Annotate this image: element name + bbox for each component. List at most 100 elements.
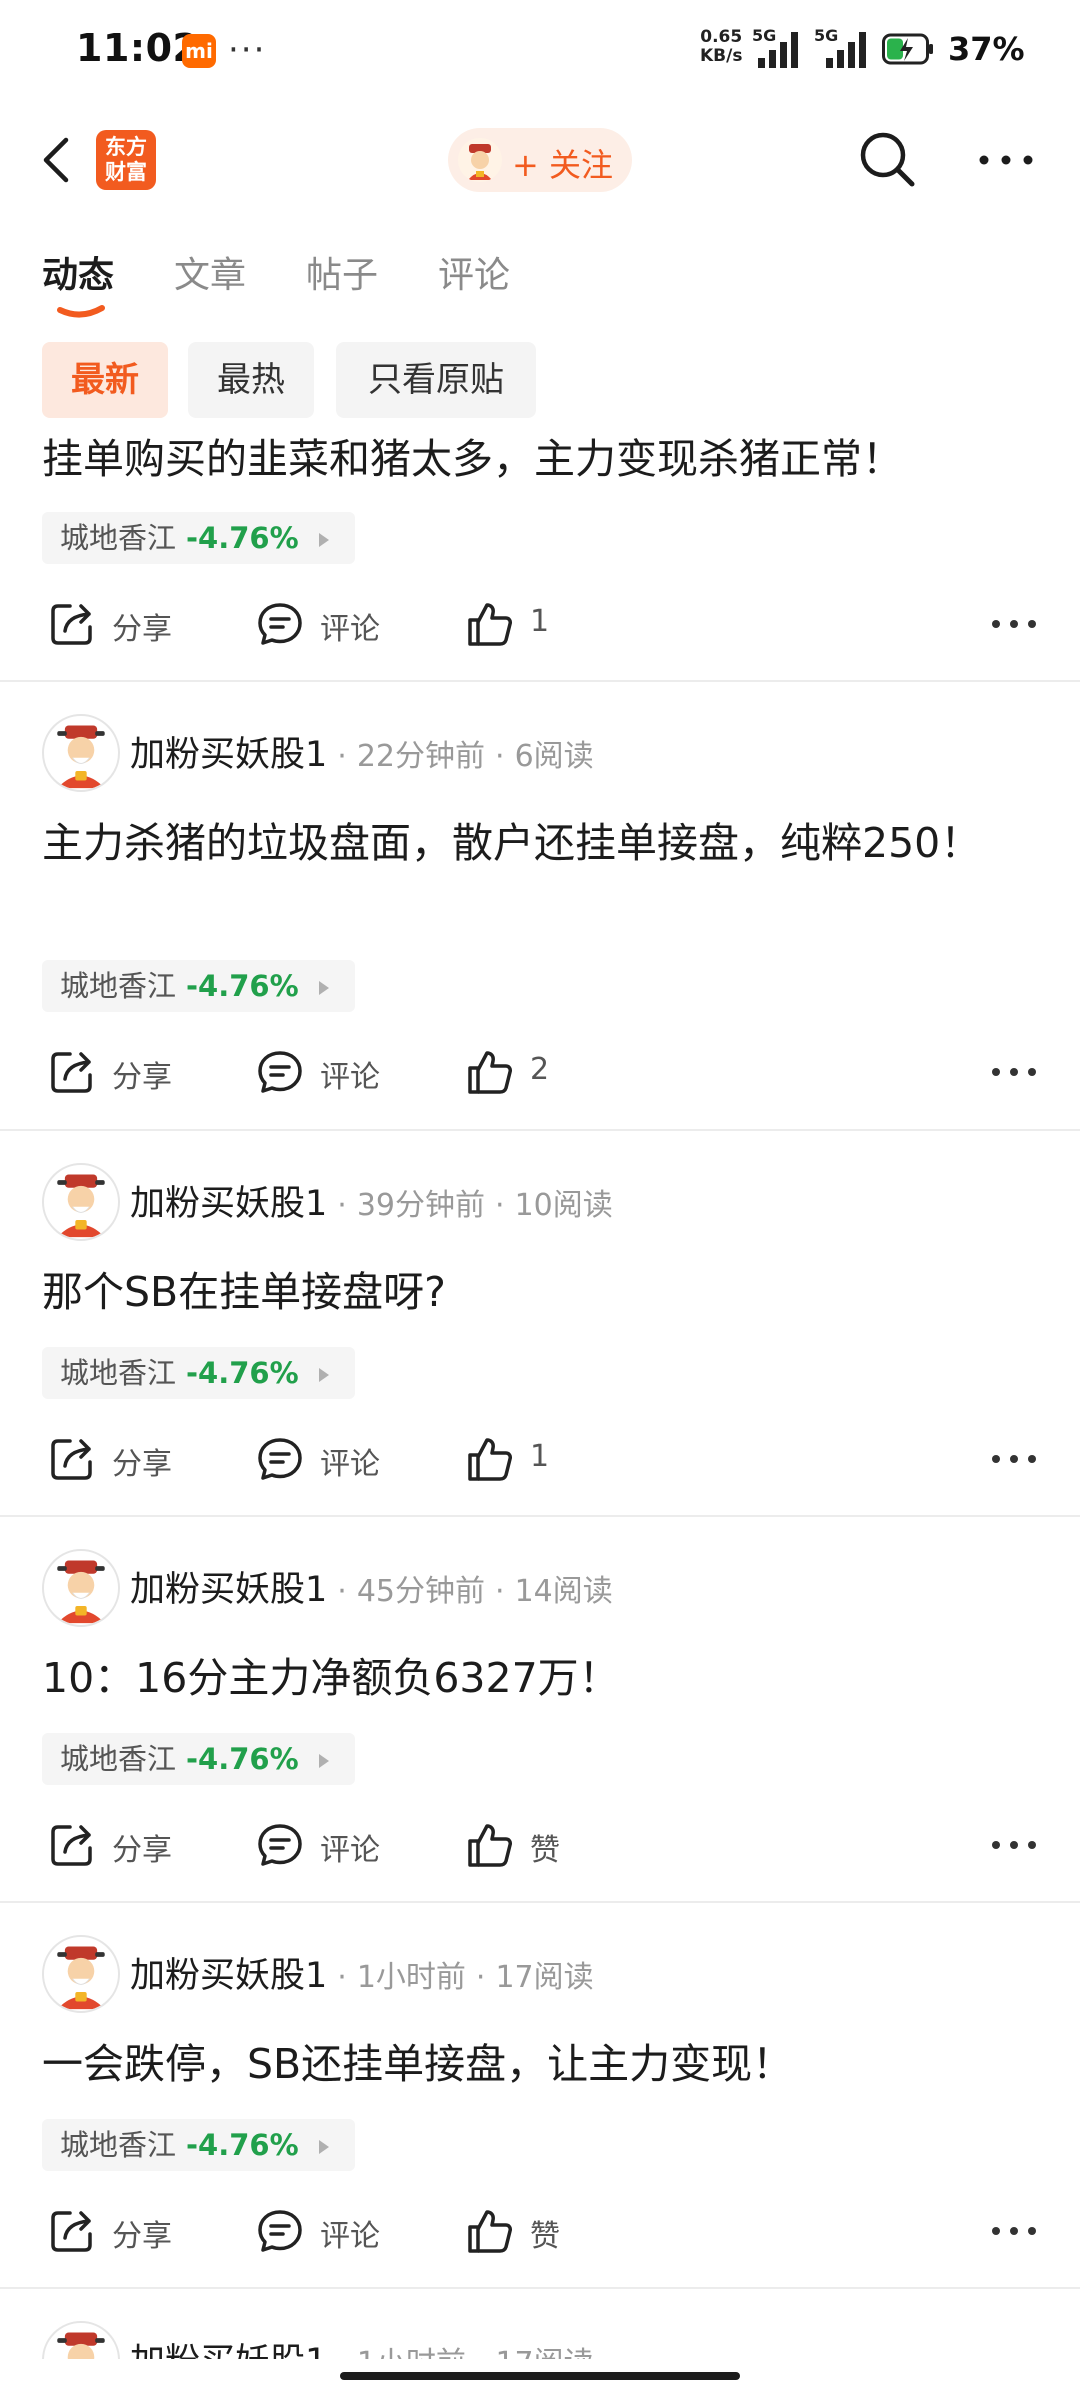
post-card[interactable]: 加粉买妖股1 · 22分钟前 · 6阅读 主力杀猪的垃圾盘面，散户还挂单接盘，纯粹250… — [0, 682, 1080, 1131]
post-card[interactable]: 挂单购买的韭菜和猪太多，主力变现杀猪正常！ 城地香江 -4.76% 分享 评论 1 — [0, 418, 1080, 682]
post-content[interactable]: 挂单购买的韭菜和猪太多，主力变现杀猪正常！ — [42, 428, 1042, 490]
author-name[interactable]: 加粉买妖股1 — [130, 1956, 327, 1996]
follow-label: + 关注 — [512, 146, 613, 184]
stock-tag[interactable]: 城地香江 -4.76% — [42, 2119, 355, 2171]
signal-strength-2-icon — [826, 32, 866, 68]
filter-latest[interactable]: 最新 — [42, 342, 168, 418]
stock-arrow-icon — [318, 533, 329, 547]
stock-tag[interactable]: 城地香江 -4.76% — [42, 960, 355, 1012]
back-arrow-icon[interactable] — [36, 132, 76, 188]
post-content[interactable]: 主力杀猪的垃圾盘面，散户还挂单接盘，纯粹250！ — [42, 812, 1002, 874]
post-more-icon[interactable] — [990, 1835, 1038, 1855]
tab-comments[interactable]: 评论 — [438, 246, 510, 298]
post-meta: 加粉买妖股1 · 45分钟前 · 14阅读 — [130, 1570, 613, 1610]
share-icon — [51, 1052, 92, 1093]
share-label: 分享 — [112, 1833, 172, 1868]
post-card[interactable]: 加粉买妖股1 · 45分钟前 · 14阅读 10：16分主力净额负6327万！ 城地香江… — [0, 1517, 1080, 1903]
read-count: 17阅读 — [495, 1960, 594, 1995]
user-avatar-icon[interactable] — [42, 1549, 120, 1627]
post-card[interactable]: 加粉买妖股1 · 39分钟前 · 10阅读 那个SB在挂单接盘呀? 城地香江 -4.76%… — [0, 1131, 1080, 1517]
battery-charging-icon — [882, 33, 933, 65]
share-icon — [51, 604, 92, 645]
more-notifications-icon: ··· — [228, 30, 267, 70]
share-icon — [51, 1439, 92, 1480]
logo-text-bottom: 财富 — [105, 160, 147, 184]
content-tabs: 动态 文章 帖子 评论 — [0, 240, 1080, 320]
post-content[interactable]: 一会跌停，SB还挂单接盘，让主力变现！ — [42, 2033, 1042, 2095]
stock-name: 城地香江 — [60, 1356, 177, 1390]
stock-change: -4.76% — [186, 1356, 299, 1390]
tab-dynamics[interactable]: 动态 — [42, 246, 114, 298]
share-label: 分享 — [112, 1447, 172, 1482]
status-bar: 11:02 mi ··· 0.65 KB/s 5G 5G 37% — [0, 0, 1080, 100]
sort-filters: 最新 最热 只看原贴 — [0, 342, 1080, 418]
active-tab-indicator — [57, 305, 105, 318]
more-options-icon[interactable] — [976, 150, 1036, 170]
logo-text-top: 东方 — [105, 135, 147, 159]
read-count: 10阅读 — [514, 1188, 613, 1223]
comment-label: 评论 — [320, 1447, 380, 1482]
author-name[interactable]: 加粉买妖股1 — [130, 735, 327, 775]
post-time: 1小时前 — [356, 1960, 466, 1995]
post-card[interactable]: 加粉买妖股1·1小时前·17阅读 — [0, 2289, 1080, 2359]
read-count: 14阅读 — [514, 1574, 613, 1609]
comment-label: 评论 — [320, 2219, 380, 2254]
like-label: 赞 — [530, 2219, 560, 2254]
search-icon[interactable] — [856, 128, 920, 192]
post-more-icon[interactable] — [990, 1449, 1038, 1469]
comment-label: 评论 — [320, 1060, 380, 1095]
post-actions: 分享 评论 赞 — [0, 1815, 1080, 1875]
post-card[interactable]: 加粉买妖股1 · 1小时前 · 17阅读 一会跌停，SB还挂单接盘，让主力变现！ 城地香… — [0, 1903, 1080, 2289]
signal-strength-1-icon — [758, 32, 798, 68]
tab-posts[interactable]: 帖子 — [306, 246, 378, 298]
home-indicator[interactable] — [340, 2372, 740, 2380]
status-time: 11:02 — [76, 26, 200, 70]
filter-hottest[interactable]: 最热 — [188, 342, 314, 418]
top-nav-bar: 东方 财富 + 关注 — [0, 110, 1080, 210]
author-name[interactable]: 加粉买妖股1 — [130, 1570, 327, 1610]
user-avatar-icon[interactable] — [42, 2321, 120, 2359]
user-avatar-icon[interactable] — [42, 1163, 120, 1241]
stock-tag[interactable]: 城地香江 -4.76% — [42, 1347, 355, 1399]
thumbs-up-icon — [468, 1051, 512, 1094]
share-label: 分享 — [112, 2219, 172, 2254]
stock-tag[interactable]: 城地香江 -4.76% — [42, 1733, 355, 1785]
post-more-icon[interactable] — [990, 1062, 1038, 1082]
post-meta: 加粉买妖股1·1小时前·17阅读 — [130, 1956, 594, 1996]
comment-icon — [258, 1438, 302, 1480]
share-label: 分享 — [112, 1060, 172, 1095]
post-meta: 加粉买妖股1·1小时前·17阅读 — [130, 2333, 594, 2359]
comment-icon — [258, 1051, 302, 1093]
stock-tag[interactable]: 城地香江 -4.76% — [42, 512, 355, 564]
post-time: 45分钟前 — [356, 1574, 486, 1609]
mi-app-icon: mi — [182, 34, 216, 68]
thumbs-up-icon — [468, 1438, 512, 1481]
comment-icon — [258, 1824, 302, 1866]
post-more-icon[interactable] — [990, 614, 1038, 634]
like-count: 1 — [530, 1439, 550, 1474]
post-time: 1小时前 — [357, 2346, 466, 2359]
author-name[interactable]: 加粉买妖股1 — [130, 2342, 327, 2359]
follow-button[interactable]: + 关注 — [448, 128, 632, 192]
share-icon — [51, 2211, 92, 2252]
post-content[interactable]: 那个SB在挂单接盘呀? — [42, 1261, 1042, 1323]
thumbs-up-icon — [468, 1824, 512, 1867]
post-actions: 分享 评论 1 — [0, 1429, 1080, 1489]
tab-articles[interactable]: 文章 — [174, 246, 246, 298]
user-avatar-icon[interactable] — [42, 1935, 120, 2013]
stock-change: -4.76% — [186, 2128, 299, 2162]
comment-icon — [258, 603, 302, 645]
post-meta: 加粉买妖股1 · 39分钟前 · 10阅读 — [130, 1184, 613, 1224]
like-label: 赞 — [530, 1833, 560, 1868]
filter-original-only[interactable]: 只看原贴 — [336, 342, 536, 418]
post-content[interactable]: 10：16分主力净额负6327万！ — [42, 1647, 1042, 1709]
user-avatar-icon[interactable] — [42, 714, 120, 792]
network-speed-value: 0.65 — [700, 27, 743, 47]
post-more-icon[interactable] — [990, 2221, 1038, 2241]
post-time: 22分钟前 — [356, 739, 486, 774]
read-count: 6阅读 — [514, 739, 594, 774]
share-label: 分享 — [112, 612, 172, 647]
author-name[interactable]: 加粉买妖股1 — [130, 1184, 327, 1224]
comment-label: 评论 — [320, 1833, 380, 1868]
post-actions: 分享 评论 2 — [0, 1042, 1080, 1102]
